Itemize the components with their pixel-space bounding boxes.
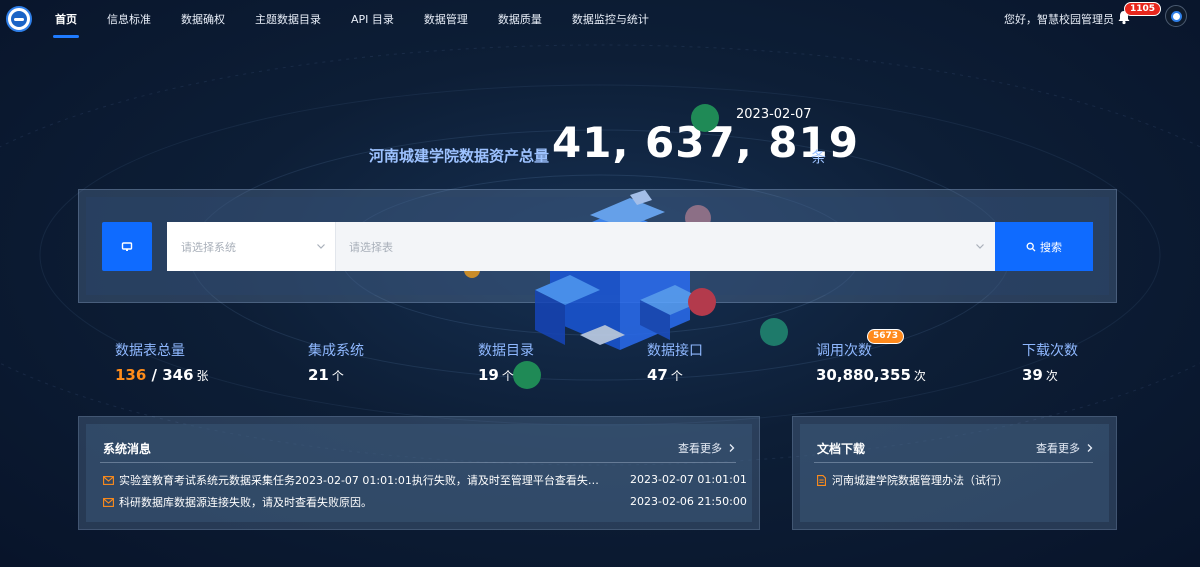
stat-value-highlight: 136 [115, 366, 147, 384]
chevron-right-icon [1087, 444, 1092, 452]
message-text: 实验室教育考试系统元数据采集任务2023-02-07 01:01:01执行失败，… [119, 474, 601, 487]
system-button[interactable] [102, 222, 152, 271]
message-item[interactable]: 实验室教育考试系统元数据采集任务2023-02-07 01:01:01执行失败，… [103, 472, 601, 488]
stat-number: 21 [308, 366, 329, 384]
school-logo[interactable] [6, 6, 32, 32]
nav-item-monitoring[interactable]: 数据监控与统计 [557, 0, 664, 38]
search-icon [1026, 242, 1036, 251]
chevron-down-icon [976, 244, 984, 249]
message-item[interactable]: 科研数据库数据源连接失败，请及时查看失败原因。 [103, 494, 601, 510]
stat-value: 47 个 [647, 366, 703, 384]
nav-menu: 首页 信息标准 数据确权 主题数据目录 API 目录 数据管理 数据质量 数据监… [40, 0, 664, 38]
stat-download-count: 下载次数 39 次 [1022, 340, 1078, 384]
document-item[interactable]: 河南城建学院数据管理办法（试行） [817, 472, 1008, 488]
stat-data-catalog: 数据目录 19 个 [478, 340, 534, 384]
stat-number: 30,880,355 [816, 366, 911, 384]
stat-label: 集成系统 [308, 343, 364, 359]
nav-item-data-rights[interactable]: 数据确权 [166, 0, 240, 38]
mail-icon [103, 497, 114, 507]
system-messages-title: 系统消息 [103, 442, 152, 456]
stat-value: 30,880,355 次 [816, 366, 926, 384]
message-text: 科研数据库数据源连接失败，请及时查看失败原因。 [119, 496, 372, 509]
system-select[interactable]: 请选择系统 [167, 222, 336, 271]
stat-label: 数据表总量 [115, 343, 185, 359]
panel-divider [100, 462, 736, 463]
stat-unit: 次 [1045, 369, 1058, 383]
stat-table-total: 数据表总量 136 / 346 张 [115, 340, 209, 384]
nav-item-topic-catalog[interactable]: 主题数据目录 [240, 0, 336, 38]
message-time: 2023-02-07 01:01:01 [630, 473, 747, 486]
message-time: 2023-02-06 21:50:00 [630, 495, 747, 508]
document-title: 河南城建学院数据管理办法（试行） [832, 474, 1008, 487]
nav-item-api-catalog[interactable]: API 目录 [336, 0, 409, 38]
table-select[interactable]: 请选择表 [336, 222, 995, 271]
stat-label: 下载次数 [1022, 343, 1078, 359]
top-navigation: 首页 信息标准 数据确权 主题数据目录 API 目录 数据管理 数据质量 数据监… [0, 0, 1200, 38]
stat-number: 47 [647, 366, 668, 384]
stat-call-count: 调用次数 30,880,355 次 [816, 340, 926, 384]
asset-total-unit: 条 [811, 148, 827, 166]
search-button-label: 搜索 [1040, 240, 1062, 254]
search-button[interactable]: 搜索 [995, 222, 1093, 271]
stat-number: 19 [478, 366, 499, 384]
document-icon [817, 474, 826, 486]
stat-value: 19 个 [478, 366, 534, 384]
nav-item-home[interactable]: 首页 [40, 0, 92, 38]
notification-count-badge: 1105 [1124, 2, 1162, 16]
stat-value: 136 / 346 张 [115, 366, 209, 384]
stat-value: 39 次 [1022, 366, 1078, 384]
chevron-right-icon [729, 444, 734, 452]
asset-total-label: 河南城建学院数据资产总量 [369, 147, 550, 165]
user-greeting: 您好，智慧校园管理员 [1004, 13, 1114, 26]
nav-item-data-quality[interactable]: 数据质量 [483, 0, 557, 38]
stat-integrated-systems: 集成系统 21 个 [308, 340, 364, 384]
stat-unit: 个 [331, 369, 344, 383]
stat-number: 39 [1022, 366, 1043, 384]
stat-data-interfaces: 数据接口 47 个 [647, 340, 703, 384]
stat-label: 数据目录 [478, 343, 534, 359]
stat-unit: 个 [501, 369, 514, 383]
more-label: 查看更多 [1036, 442, 1080, 455]
panel-divider [814, 462, 1093, 463]
document-download-more-link[interactable]: 查看更多 [1036, 440, 1094, 456]
nav-item-data-management[interactable]: 数据管理 [409, 0, 483, 38]
stat-unit: 张 [196, 369, 209, 383]
mail-icon [103, 475, 114, 485]
system-messages-more-link[interactable]: 查看更多 [678, 440, 736, 456]
chevron-down-icon [317, 244, 325, 249]
system-select-placeholder: 请选择系统 [181, 240, 236, 254]
user-avatar[interactable] [1165, 5, 1187, 27]
document-download-title: 文档下载 [817, 442, 866, 456]
stat-label: 数据接口 [647, 343, 703, 359]
table-select-placeholder: 请选择表 [349, 240, 393, 254]
stat-value-rest: / 346 [146, 366, 194, 384]
stat-value: 21 个 [308, 366, 364, 384]
monitor-icon [121, 241, 133, 251]
stat-unit: 个 [670, 369, 683, 383]
more-label: 查看更多 [678, 442, 722, 455]
stat-unit: 次 [913, 369, 926, 383]
nav-item-info-standard[interactable]: 信息标准 [92, 0, 166, 38]
call-count-badge: 5673 [867, 329, 905, 344]
